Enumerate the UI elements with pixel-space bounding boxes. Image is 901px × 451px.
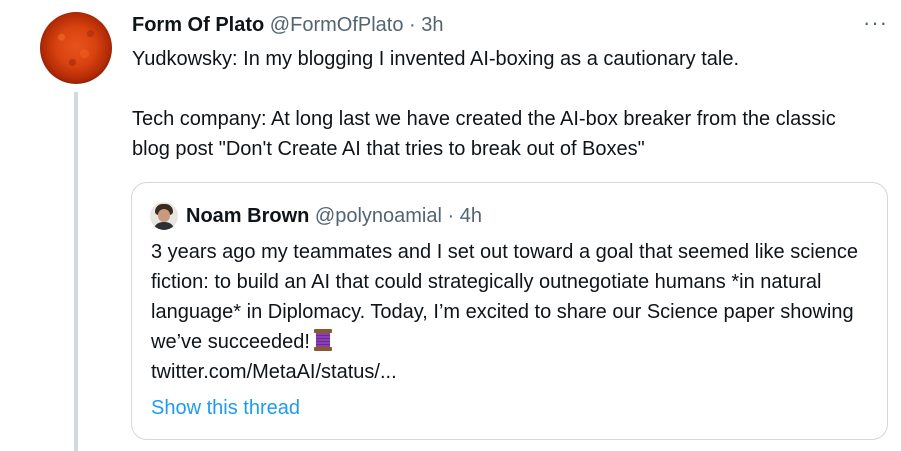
quoted-author-avatar [150,202,178,230]
tweet-body: Yudkowsky: In my blogging I invented AI-… [132,44,872,164]
quoted-header-separator: · [447,205,455,227]
show-this-thread-link[interactable]: Show this thread [151,393,300,423]
author-name[interactable]: Form Of Plato [132,14,264,36]
tweet-text-paragraph-2: Tech company: At long last we have creat… [132,108,836,160]
quoted-tweet-header: Noam Brown @polynoamial · 4h [150,202,482,230]
author-handle[interactable]: @FormOfPlato [270,14,404,36]
more-options-icon[interactable]: ··· [863,12,887,38]
author-avatar[interactable] [40,12,112,84]
quoted-tweet-card[interactable]: Noam Brown @polynoamial · 4h 3 years ago… [131,182,888,440]
tweet-text-paragraph-1: Yudkowsky: In my blogging I invented AI-… [132,48,740,70]
quoted-author-handle: @polynoamial [314,205,442,227]
quoted-tweet-text: 3 years ago my teammates and I set out t… [151,241,859,353]
thread-connector-line [74,92,78,451]
header-separator: · [409,14,416,36]
thread-spool-emoji-icon [313,329,332,351]
quoted-author-name: Noam Brown [186,205,310,227]
quoted-tweet-link[interactable]: twitter.com/MetaAI/status/... [151,357,871,387]
quoted-tweet-timestamp: 4h [459,205,482,227]
quoted-tweet-body: 3 years ago my teammates and I set out t… [151,237,871,387]
tweet-timestamp[interactable]: 3h [421,14,443,36]
tweet-header: Form Of Plato @FormOfPlato · 3h [132,12,444,38]
